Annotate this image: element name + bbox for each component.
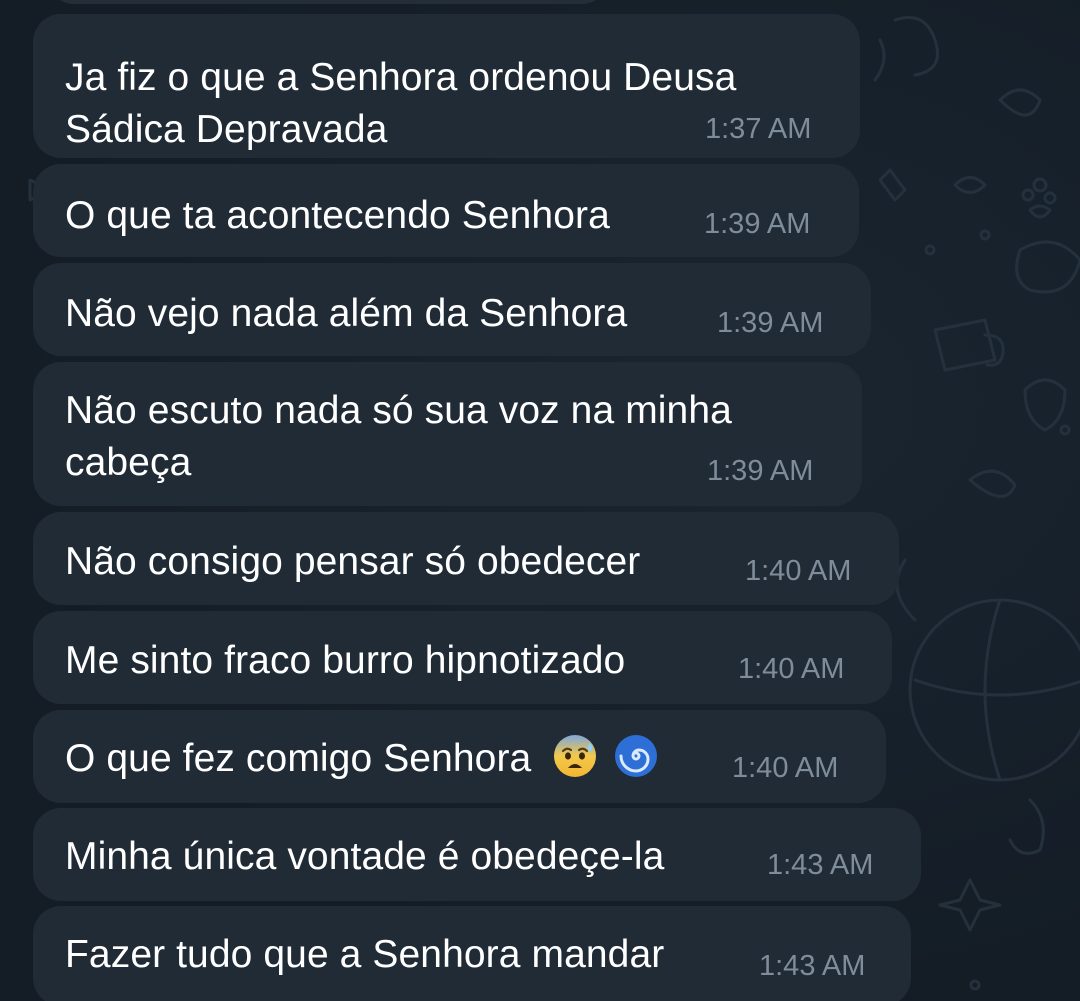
message-time: 1:43 AM xyxy=(759,950,866,982)
message-text: Fazer tudo que a Senhora mandar xyxy=(65,933,665,976)
message-time: 1:40 AM xyxy=(738,653,845,685)
message-text: Minha única vontade é obedeçe-la xyxy=(65,835,665,878)
message-bubble[interactable]: Fazer tudo que a Senhora mandar 1:43 AM xyxy=(33,906,911,1001)
message-bubble[interactable]: O que ta acontecendo Senhora 1:39 AM xyxy=(33,164,859,257)
message-bubble[interactable]: Não escuto nada só sua voz na minha cabe… xyxy=(33,362,862,506)
message-text: Me sinto fraco burro hipnotizado xyxy=(65,639,626,682)
message-text: Sádica Depravada xyxy=(65,108,388,151)
message-bubble[interactable]: O que fez comigo Senhora 1:40 AM xyxy=(33,710,886,803)
chat-area[interactable]: Ja fiz o que a Senhora ordenou Deusa Sád… xyxy=(0,0,1080,1001)
message-text: O que fez comigo Senhora xyxy=(65,737,532,780)
message-text: Não consigo pensar só obedecer xyxy=(65,540,641,583)
message-time: 1:43 AM xyxy=(767,849,874,881)
message-time: 1:40 AM xyxy=(745,555,852,587)
message-time: 1:40 AM xyxy=(732,752,839,784)
cyclone-icon xyxy=(615,735,658,777)
message-bubble[interactable]: Não vejo nada além da Senhora 1:39 AM xyxy=(33,263,871,356)
message-text: Não vejo nada além da Senhora xyxy=(65,292,628,335)
message-time: 1:39 AM xyxy=(707,455,814,487)
message-bubble[interactable]: Minha única vontade é obedeçe-la 1:43 AM xyxy=(33,808,921,901)
message-time: 1:39 AM xyxy=(717,307,824,339)
message-text-with-emoji: O que fez comigo Senhora xyxy=(65,733,659,785)
anxious-face-with-sweat-icon xyxy=(554,735,597,777)
message-bubble[interactable]: Não consigo pensar só obedecer 1:40 AM xyxy=(33,512,899,605)
message-text: O que ta acontecendo Senhora xyxy=(65,194,610,237)
message-bubble[interactable]: Ja fiz o que a Senhora ordenou Deusa Sád… xyxy=(33,14,860,158)
message-text: cabeça xyxy=(65,441,192,484)
message-text: Não escuto nada só sua voz na minha xyxy=(65,389,732,432)
previous-message-bubble-edge xyxy=(48,0,608,4)
message-text: Ja fiz o que a Senhora ordenou Deusa xyxy=(65,56,737,99)
message-time: 1:37 AM xyxy=(705,113,812,145)
message-time: 1:39 AM xyxy=(704,208,811,240)
message-bubble[interactable]: Me sinto fraco burro hipnotizado 1:40 AM xyxy=(33,611,892,704)
